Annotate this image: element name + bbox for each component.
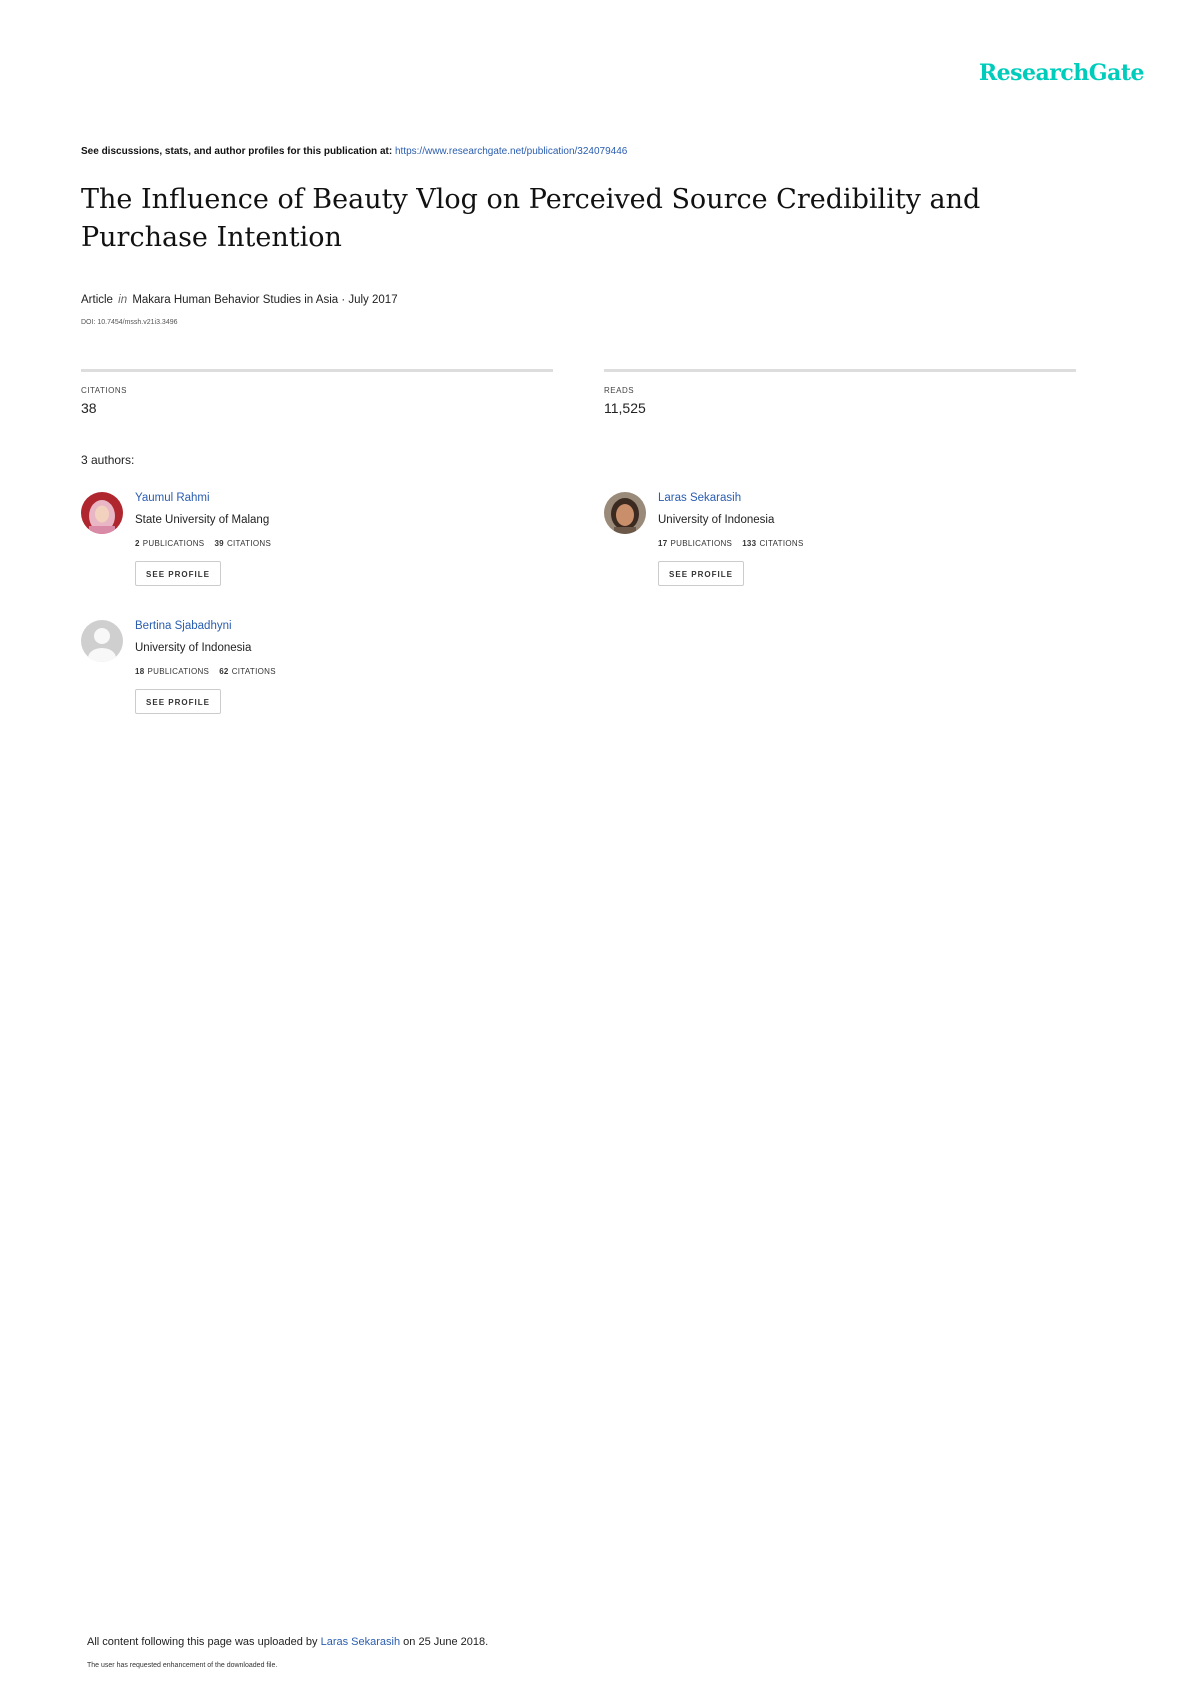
- author-card: Laras Sekarasih University of Indonesia …: [604, 492, 1024, 602]
- author-card: Bertina Sjabadhyni University of Indones…: [81, 620, 501, 730]
- enhancement-note: The user has requested enhancement of th…: [87, 1662, 278, 1669]
- author-institution: University of Indonesia: [658, 514, 775, 526]
- publications-label: PUBLICATIONS: [670, 539, 733, 548]
- author-citations-label: CITATIONS: [231, 667, 276, 676]
- journal-date[interactable]: Makara Human Behavior Studies in Asia · …: [132, 294, 397, 306]
- author-name-link[interactable]: Bertina Sjabadhyni: [135, 620, 232, 632]
- researchgate-logo[interactable]: ResearchGate: [979, 60, 1145, 86]
- in-word: in: [118, 294, 128, 306]
- publications-label: PUBLICATIONS: [147, 667, 210, 676]
- author-stats: 2 PUBLICATIONS 39 CITATIONS: [135, 539, 271, 548]
- publications-label: PUBLICATIONS: [142, 539, 205, 548]
- citations-stat: CITATIONS 38: [81, 369, 553, 416]
- discussions-line: See discussions, stats, and author profi…: [81, 146, 627, 157]
- citations-label: CITATIONS: [81, 386, 127, 395]
- reads-value: 11,525: [604, 400, 646, 416]
- authors-count: 3 authors:: [81, 453, 135, 467]
- default-user-icon[interactable]: [81, 620, 123, 662]
- doi-text: DOI: 10.7454/mssh.v21i3.3496: [81, 319, 178, 326]
- author-citations-count: 133: [742, 539, 757, 548]
- author-institution: University of Indonesia: [135, 642, 252, 654]
- portrait-photo-icon[interactable]: [604, 492, 646, 534]
- uploader-link[interactable]: Laras Sekarasih: [321, 1636, 401, 1648]
- author-citations-count: 39: [214, 539, 224, 548]
- author-institution: State University of Malang: [135, 514, 270, 526]
- author-citations-label: CITATIONS: [226, 539, 272, 548]
- author-name-link[interactable]: Laras Sekarasih: [658, 492, 741, 504]
- upload-notice: All content following this page was uplo…: [87, 1636, 488, 1648]
- author-stats: 17 PUBLICATIONS 133 CITATIONS: [658, 539, 804, 548]
- see-profile-button[interactable]: SEE PROFILE: [135, 689, 221, 714]
- reads-stat: READS 11,525: [604, 369, 1076, 416]
- article-meta: Article in Makara Human Behavior Studies…: [81, 294, 398, 306]
- author-citations-label: CITATIONS: [759, 539, 804, 548]
- author-name-link[interactable]: Yaumul Rahmi: [135, 492, 210, 504]
- reads-label: READS: [604, 386, 635, 395]
- article-type: Article: [81, 294, 113, 306]
- author-stats: 18 PUBLICATIONS 62 CITATIONS: [135, 667, 276, 676]
- publications-count: 2: [135, 539, 140, 548]
- publication-url-link[interactable]: https://www.researchgate.net/publication…: [395, 146, 627, 157]
- upload-suffix: on 25 June 2018.: [403, 1636, 489, 1648]
- publications-count: 17: [658, 539, 668, 548]
- citations-value: 38: [81, 400, 97, 416]
- author-card: Yaumul Rahmi State University of Malang …: [81, 492, 501, 602]
- upload-prefix: All content following this page was uplo…: [87, 1636, 318, 1648]
- article-title: The Influence of Beauty Vlog on Perceive…: [81, 184, 981, 253]
- publications-count: 18: [135, 667, 145, 676]
- discussions-prefix: See discussions, stats, and author profi…: [81, 146, 393, 157]
- see-profile-button[interactable]: SEE PROFILE: [135, 561, 221, 586]
- portrait-headscarf-icon[interactable]: [81, 492, 123, 534]
- author-citations-count: 62: [219, 667, 229, 676]
- see-profile-button[interactable]: SEE PROFILE: [658, 561, 744, 586]
